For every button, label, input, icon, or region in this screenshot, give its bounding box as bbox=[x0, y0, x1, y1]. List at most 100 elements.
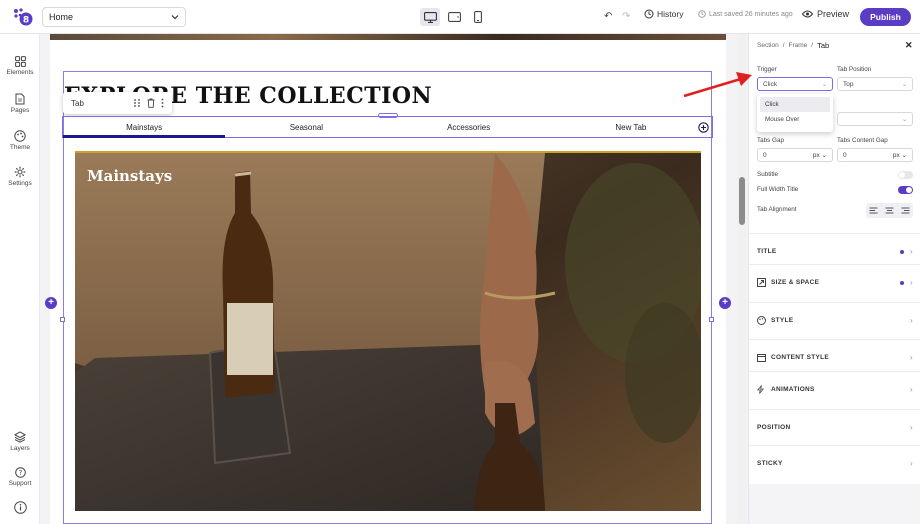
svg-text:?: ? bbox=[18, 469, 22, 477]
tab-accessories[interactable]: Accessories bbox=[388, 117, 550, 137]
tab-position-value: Top bbox=[843, 80, 854, 88]
breadcrumb-frame[interactable]: Frame bbox=[789, 42, 808, 49]
full-width-title-toggle[interactable] bbox=[898, 186, 913, 194]
subtitle-label: Subtitle bbox=[757, 171, 779, 178]
preview-button[interactable]: Preview bbox=[802, 9, 849, 19]
align-center-icon[interactable] bbox=[885, 207, 894, 214]
tab-label: Mainstays bbox=[126, 122, 163, 132]
sidebar-item-label: Settings bbox=[8, 180, 32, 187]
more-options-icon[interactable] bbox=[161, 98, 164, 108]
page-canvas: EXPLORE THE COLLECTION Tab Mainstays Sea… bbox=[50, 34, 726, 524]
trigger-dropdown: Click Mouse Over bbox=[757, 94, 833, 132]
section-label: STYLE bbox=[771, 317, 794, 324]
sidebar-item-label: Layers bbox=[10, 445, 30, 452]
add-tab-icon[interactable] bbox=[698, 122, 709, 133]
mobile-view-button[interactable] bbox=[468, 8, 488, 26]
desktop-view-button[interactable] bbox=[420, 8, 440, 26]
align-right-icon[interactable] bbox=[901, 207, 910, 214]
panel-footer bbox=[749, 484, 920, 524]
history-icon bbox=[644, 9, 654, 19]
drag-handle-icon[interactable] bbox=[133, 98, 141, 108]
canvas-scrollbar[interactable] bbox=[737, 34, 747, 524]
grid-icon bbox=[14, 56, 26, 67]
sidebar-item-label: Support bbox=[8, 480, 32, 487]
tabs-content-gap-input[interactable]: 0 px ⌄ bbox=[837, 148, 913, 162]
tab-seasonal[interactable]: Seasonal bbox=[225, 117, 387, 137]
sidebar-item-support[interactable]: ? Support bbox=[0, 467, 40, 487]
gear-icon bbox=[14, 166, 26, 178]
clock-icon bbox=[698, 10, 706, 18]
section-content-style[interactable]: CONTENT STYLE › bbox=[749, 339, 920, 375]
history-label: History bbox=[657, 9, 684, 19]
publish-button[interactable]: Publish bbox=[860, 8, 911, 26]
section-position[interactable]: POSITION › bbox=[749, 409, 920, 445]
history-button[interactable]: History bbox=[644, 9, 683, 19]
tab-label: New Tab bbox=[615, 122, 647, 132]
page-select[interactable]: Home bbox=[42, 7, 186, 27]
tabs-gap-input[interactable]: 0 px ⌄ bbox=[757, 148, 833, 162]
sidebar-item-elements[interactable]: Elements bbox=[0, 56, 40, 76]
tabs-gap-unit: px ⌄ bbox=[812, 152, 827, 159]
sidebar-item-theme[interactable]: Theme bbox=[0, 130, 40, 151]
undo-icon[interactable]: ↶ bbox=[604, 11, 612, 22]
tab-position-select[interactable]: Top ⌄ bbox=[837, 77, 913, 91]
section-label: SIZE & SPACE bbox=[771, 279, 820, 286]
tab-new-tab[interactable]: New Tab bbox=[550, 117, 712, 137]
delete-icon[interactable] bbox=[147, 98, 155, 108]
tabs-content-gap-unit: px ⌄ bbox=[892, 152, 907, 159]
breadcrumb-tab: Tab bbox=[817, 41, 830, 50]
tab-label: Seasonal bbox=[289, 122, 324, 132]
chevron-right-icon: › bbox=[910, 459, 913, 468]
chevron-right-icon: › bbox=[910, 423, 913, 432]
info-icon bbox=[13, 501, 27, 514]
tablet-view-button[interactable] bbox=[444, 8, 464, 26]
trigger-option-click[interactable]: Click bbox=[760, 97, 830, 112]
selection-handle-right[interactable] bbox=[709, 317, 714, 322]
tab-position-label: Tab Position bbox=[837, 66, 872, 73]
sidebar-item-settings[interactable]: Settings bbox=[0, 166, 40, 187]
breadcrumb: Section / Frame / Tab bbox=[757, 41, 830, 50]
section-style[interactable]: STYLE › bbox=[749, 302, 920, 338]
chevron-down-icon: ⌄ bbox=[901, 116, 907, 123]
chevron-right-icon: › bbox=[910, 353, 913, 362]
resize-icon bbox=[757, 278, 766, 287]
bolt-icon bbox=[757, 385, 764, 394]
selection-handle-left[interactable] bbox=[60, 317, 65, 322]
add-element-left-button[interactable]: + bbox=[45, 297, 57, 309]
tab-content-image[interactable]: Mainstays bbox=[75, 151, 701, 511]
tabs-content-gap-label: Tabs Content Gap bbox=[837, 137, 888, 144]
svg-text:8: 8 bbox=[23, 16, 29, 26]
tabs-gap-label: Tabs Gap bbox=[757, 137, 784, 144]
sidebar-item-label: Theme bbox=[9, 144, 31, 151]
tabs-gap-value: 0 bbox=[763, 151, 767, 159]
section-sticky[interactable]: STICKY › bbox=[749, 445, 920, 481]
tab-bar: Mainstays Seasonal Accessories New Tab bbox=[62, 116, 713, 138]
publish-label: Publish bbox=[870, 12, 901, 22]
palette-icon bbox=[14, 130, 26, 142]
element-toolbar-label: Tab bbox=[71, 98, 84, 108]
section-animations[interactable]: ANIMATIONS › bbox=[749, 371, 920, 407]
section-size-space[interactable]: SIZE & SPACE › bbox=[749, 264, 920, 300]
sidebar-item-info[interactable] bbox=[0, 501, 40, 514]
chevron-right-icon: › bbox=[910, 316, 913, 325]
element-toolbar: Tab bbox=[63, 92, 172, 114]
mobile-icon bbox=[474, 11, 482, 23]
subtitle-toggle[interactable] bbox=[898, 171, 913, 179]
sidebar-item-pages[interactable]: Pages bbox=[0, 93, 40, 114]
beer-bottles-photo bbox=[75, 153, 701, 511]
help-icon: ? bbox=[14, 467, 26, 478]
close-icon[interactable]: ✕ bbox=[905, 40, 913, 51]
tab-content-title[interactable]: Mainstays bbox=[87, 167, 172, 185]
hidden-select[interactable]: ⌄ bbox=[837, 112, 913, 126]
align-left-icon[interactable] bbox=[869, 207, 878, 214]
trigger-option-mouse-over[interactable]: Mouse Over bbox=[760, 112, 830, 127]
scrollbar-thumb[interactable] bbox=[739, 177, 745, 225]
app-logo-icon[interactable]: 8 bbox=[12, 7, 34, 27]
add-element-right-button[interactable]: + bbox=[719, 297, 731, 309]
tab-mainstays[interactable]: Mainstays bbox=[63, 117, 226, 138]
breadcrumb-section[interactable]: Section bbox=[757, 42, 779, 49]
palette-icon bbox=[757, 316, 766, 325]
redo-icon[interactable]: ↷ bbox=[622, 11, 630, 22]
trigger-select[interactable]: Click ⌄ bbox=[757, 77, 833, 91]
sidebar-item-layers[interactable]: Layers bbox=[0, 431, 40, 452]
